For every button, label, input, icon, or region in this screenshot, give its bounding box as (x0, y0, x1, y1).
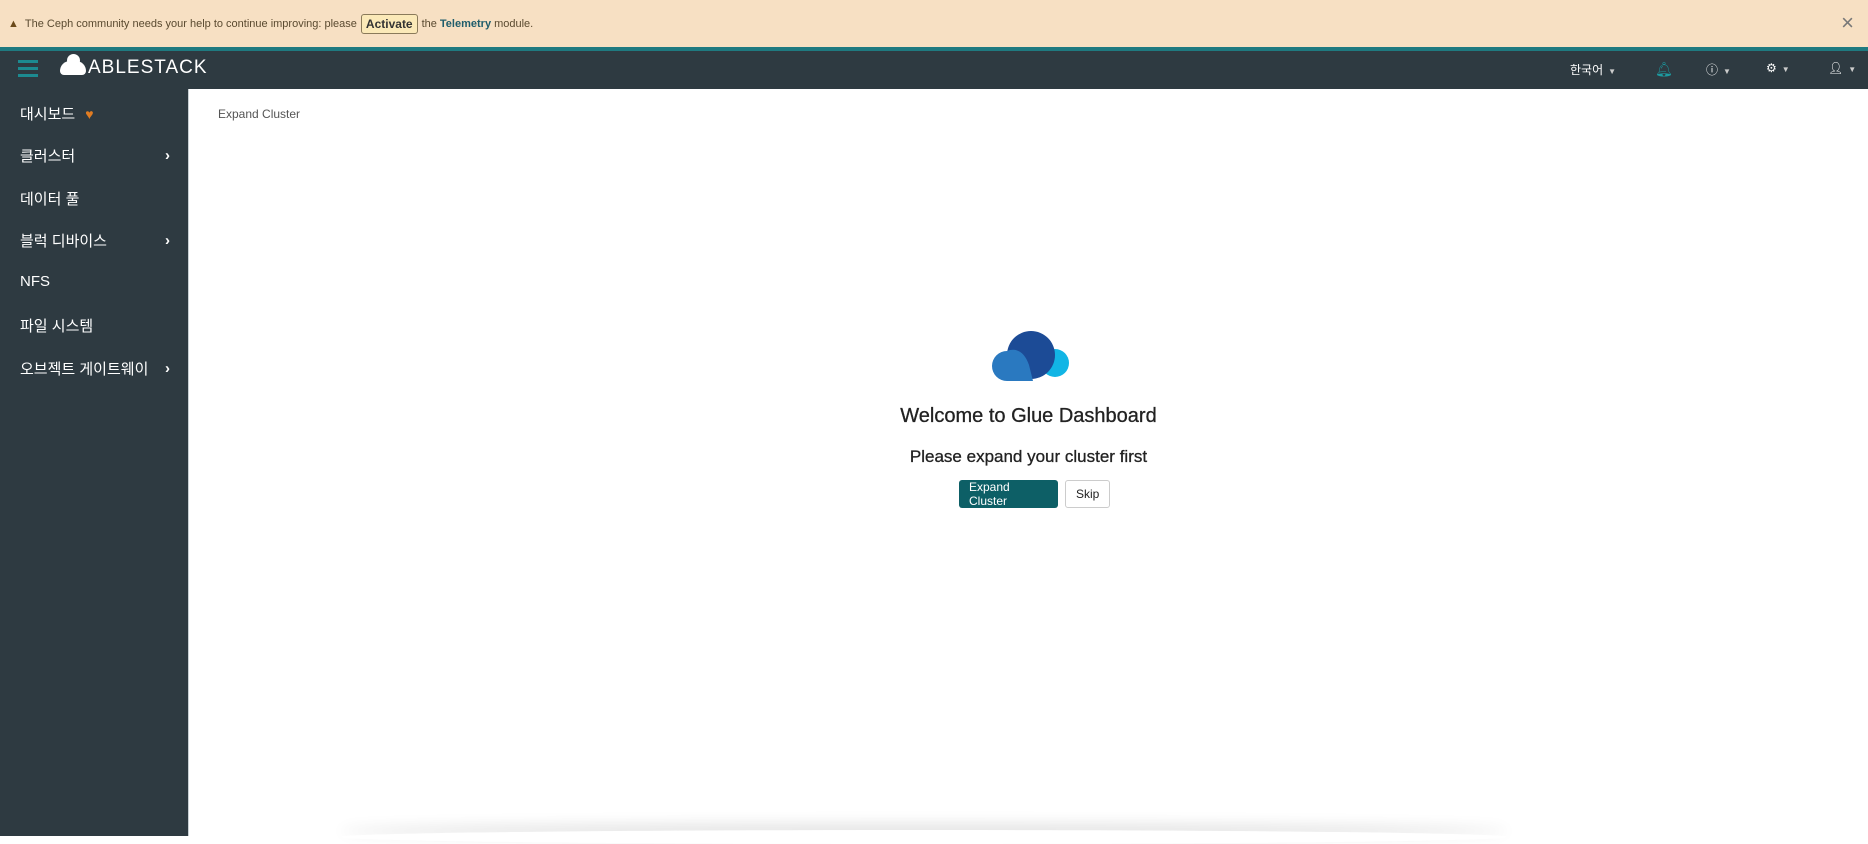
sidebar-item-label: 클러스터 (20, 148, 76, 165)
banner-text-mid: the (421, 17, 437, 30)
chevron-right-icon: › (165, 360, 170, 377)
sidebar-item-filesystem[interactable]: 파일 시스템 (20, 315, 170, 336)
cloud-logo-icon (60, 54, 86, 75)
navbar: ABLESTACK 한국어 ▼ 🔔︎ ⓘ ▼ ⚙ ▼ 👤︎ ▼ (0, 47, 1868, 89)
sidebar-item-label: NFS (20, 273, 50, 290)
sidebar-item-dashboard[interactable]: 대시보드 ♥ (20, 103, 170, 124)
warning-icon: ▲ (8, 17, 19, 30)
sidebar-item-pools[interactable]: 데이터 풀 (20, 188, 170, 209)
sidebar-item-object-gateway[interactable]: 오브젝트 게이트웨이 › (20, 358, 170, 379)
language-label: 한국어 (1570, 63, 1604, 77)
close-icon[interactable]: × (1841, 10, 1854, 36)
main-content: Expand Cluster Welcome to Glue Dashboard… (188, 89, 1868, 836)
help-dropdown[interactable]: ⓘ ▼ (1706, 61, 1731, 78)
brand-name: ABLESTACK (88, 57, 208, 78)
sidebar: 대시보드 ♥ 클러스터 › 데이터 풀 블럭 디바이스 › NFS 파일 시스템 오브… (0, 89, 188, 836)
bottom-shadow (339, 830, 1509, 844)
glue-cloud-logo (189, 331, 1868, 390)
sidebar-item-label: 데이터 풀 (20, 191, 80, 208)
banner-text-end: module. (494, 17, 534, 30)
sidebar-item-nfs[interactable]: NFS (20, 273, 170, 290)
breadcrumb: Expand Cluster (218, 107, 301, 121)
notifications-bell-icon[interactable]: 🔔︎ (1655, 61, 1673, 78)
expand-cluster-button[interactable]: Expand Cluster (959, 480, 1058, 508)
sidebar-item-block[interactable]: 블럭 디바이스 › (20, 230, 170, 251)
brand-logo[interactable]: ABLESTACK (60, 54, 208, 79)
heartbeat-icon: ♥ (85, 106, 94, 122)
chevron-right-icon: › (165, 147, 170, 164)
welcome-title: Welcome to Glue Dashboard (900, 405, 1157, 427)
sidebar-item-label: 대시보드 (20, 106, 76, 123)
activate-button[interactable]: Activate (360, 13, 418, 34)
settings-dropdown[interactable]: ⚙ ▼ (1766, 61, 1790, 75)
sidebar-item-label: 블럭 디바이스 (20, 233, 107, 250)
telemetry-link[interactable]: Telemetry (440, 18, 491, 30)
hamburger-menu-icon[interactable] (18, 60, 38, 81)
language-dropdown[interactable]: 한국어 ▼ (1570, 61, 1616, 78)
chevron-right-icon: › (165, 232, 170, 249)
sidebar-item-label: 오브젝트 게이트웨이 (20, 361, 149, 378)
user-icon: 👤︎ (1828, 61, 1844, 75)
user-dropdown[interactable]: 👤︎ ▼ (1828, 61, 1856, 75)
help-icon: ⓘ (1706, 63, 1719, 77)
gear-icon: ⚙ (1766, 61, 1777, 75)
welcome-subtitle: Please expand your cluster first (909, 447, 1148, 466)
telemetry-banner: ▲ The Ceph community needs your help to … (0, 0, 1868, 47)
sidebar-item-cluster[interactable]: 클러스터 › (20, 145, 170, 166)
skip-button[interactable]: Skip (1065, 480, 1111, 508)
banner-text: The Ceph community needs your help to co… (24, 17, 357, 30)
sidebar-item-label: 파일 시스템 (20, 318, 94, 335)
